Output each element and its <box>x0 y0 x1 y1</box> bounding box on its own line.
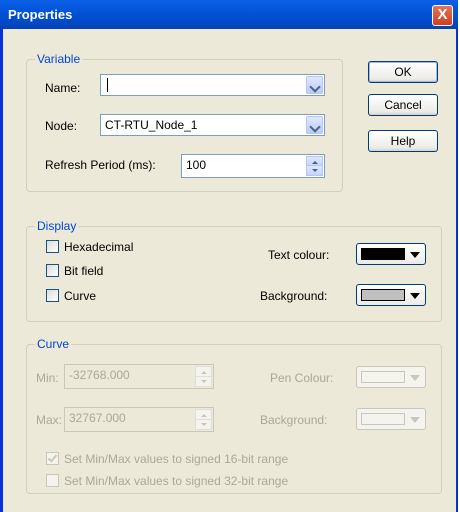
pen-colour-picker[interactable] <box>356 366 426 388</box>
spin-down-icon[interactable] <box>306 165 323 176</box>
background-colour-swatch <box>361 289 405 301</box>
max-spinner[interactable]: 32767.000 <box>64 407 214 432</box>
curve-label: Curve <box>64 289 97 303</box>
refresh-period-value: 100 <box>186 158 207 172</box>
signed32-label: Set Min/Max values to signed 32-bit rang… <box>64 474 289 488</box>
min-label: Min: <box>36 371 59 385</box>
chevron-down-icon <box>410 417 420 423</box>
signed16-label: Set Min/Max values to signed 16-bit rang… <box>64 452 289 466</box>
curve-legend: Curve <box>35 337 72 351</box>
title-bar[interactable]: Properties X <box>0 0 458 29</box>
curve-background-label: Background: <box>260 413 328 427</box>
text-colour-swatch <box>361 248 405 260</box>
name-label: Name: <box>45 81 81 95</box>
signed32-checkbox[interactable] <box>46 474 59 487</box>
chevron-down-icon[interactable] <box>306 76 323 94</box>
chevron-down-icon <box>410 293 420 299</box>
curve-checkbox[interactable] <box>46 289 59 302</box>
max-value: 32767.000 <box>69 411 126 425</box>
curve-background-picker[interactable] <box>356 408 426 430</box>
close-icon[interactable]: X <box>432 5 453 26</box>
hexadecimal-checkbox[interactable] <box>46 240 59 253</box>
hexadecimal-label: Hexadecimal <box>64 240 134 254</box>
display-legend: Display <box>35 219 79 233</box>
refresh-period-spinner[interactable]: 100 <box>181 154 325 178</box>
signed16-checkbox[interactable] <box>46 452 59 465</box>
spin-down-icon[interactable] <box>195 376 212 387</box>
chevron-down-icon <box>410 375 420 381</box>
pen-colour-label: Pen Colour: <box>270 371 334 385</box>
pen-colour-swatch <box>361 371 405 383</box>
curve-background-swatch <box>361 413 405 425</box>
text-cursor <box>107 78 108 92</box>
max-label: Max: <box>36 413 63 427</box>
chevron-down-icon <box>410 252 420 258</box>
refresh-period-label: Refresh Period (ms): <box>45 158 156 172</box>
background-label: Background: <box>260 289 328 303</box>
name-combobox[interactable] <box>100 74 325 96</box>
cancel-button[interactable]: Cancel <box>368 94 438 116</box>
background-colour-picker[interactable] <box>356 284 426 306</box>
text-colour-picker[interactable] <box>356 243 426 265</box>
ok-button[interactable]: OK <box>368 61 438 83</box>
bitfield-checkbox[interactable] <box>46 264 59 277</box>
window-title: Properties <box>8 7 73 22</box>
variable-legend: Variable <box>35 52 83 66</box>
help-button[interactable]: Help <box>368 130 438 152</box>
text-colour-label: Text colour: <box>268 248 330 262</box>
min-value: -32768.000 <box>69 368 130 382</box>
chevron-down-icon[interactable] <box>306 116 323 134</box>
node-value: CT-RTU_Node_1 <box>105 118 198 132</box>
min-spinner[interactable]: -32768.000 <box>64 364 214 389</box>
node-label: Node: <box>45 119 78 133</box>
node-combobox[interactable]: CT-RTU_Node_1 <box>100 114 325 136</box>
properties-dialog: Properties X Variable Name: Node: CT-RTU… <box>0 0 458 512</box>
bitfield-label: Bit field <box>64 264 104 278</box>
spin-down-icon[interactable] <box>195 419 212 430</box>
